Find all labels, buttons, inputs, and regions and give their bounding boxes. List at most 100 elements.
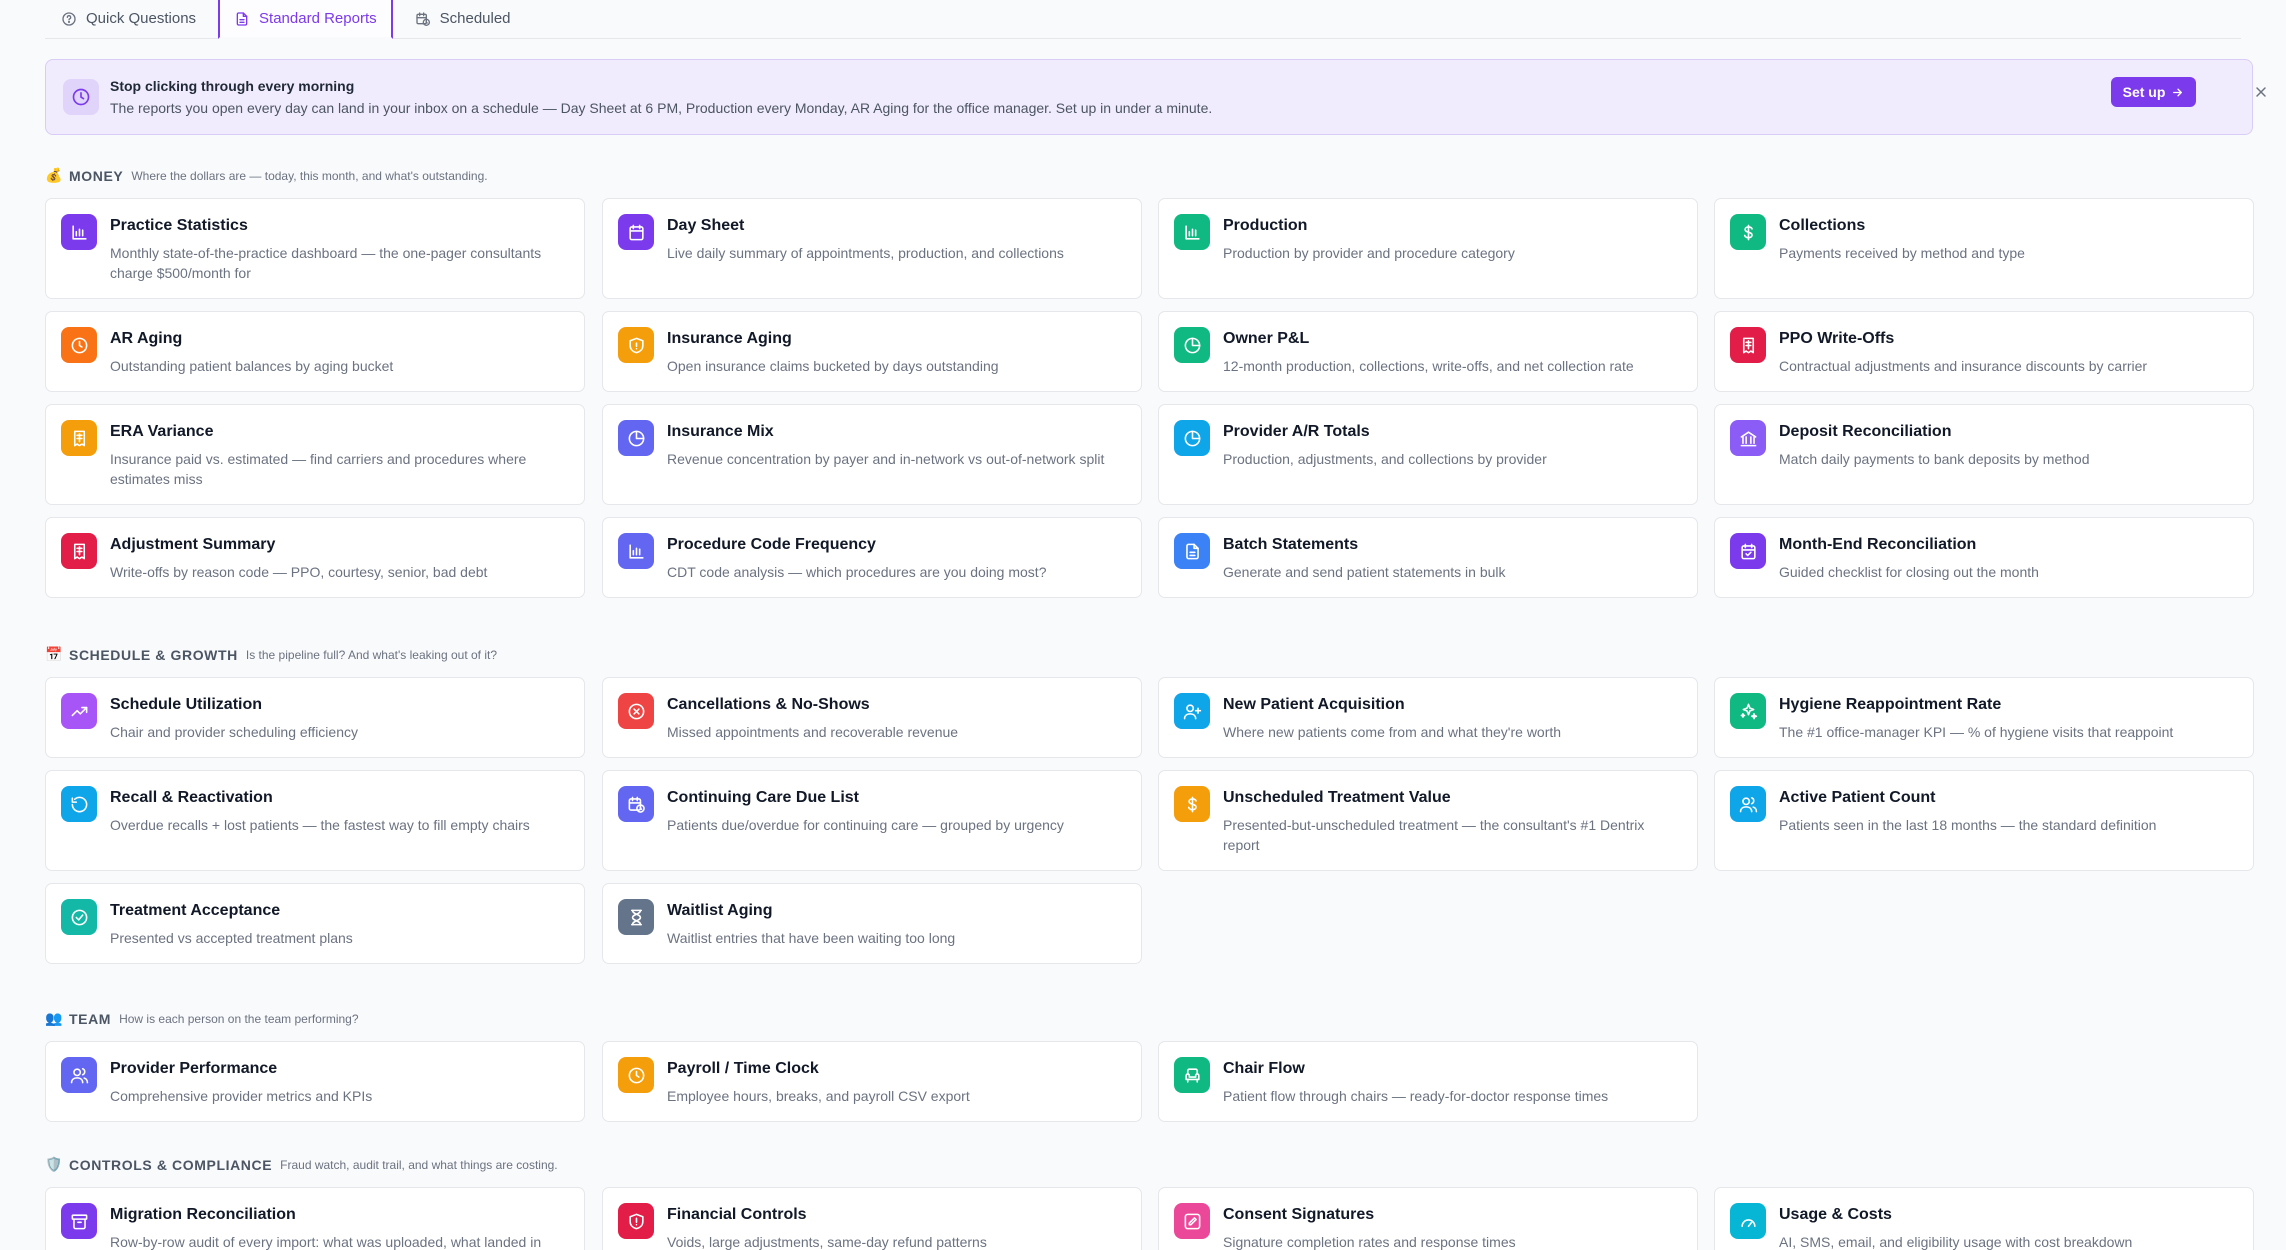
bar-chart-icon <box>618 533 654 569</box>
tab-quick-questions[interactable]: Quick Questions <box>45 0 212 39</box>
report-description: The #1 office-manager KPI — % of hygiene… <box>1779 724 2174 740</box>
report-card-insurance-aging[interactable]: Insurance Aging Open insurance claims buc… <box>602 311 1142 392</box>
report-card-consent-signatures[interactable]: Consent Signatures Signature completion r… <box>1158 1187 1698 1250</box>
report-description: Comprehensive provider metrics and KPIs <box>110 1088 373 1104</box>
report-card-deposit-reconciliation[interactable]: Deposit Reconciliation Match daily paymen… <box>1714 404 2254 505</box>
report-title: Procedure Code Frequency <box>667 536 876 553</box>
section-emoji: 📅 <box>45 646 63 662</box>
report-card-provider-a-r-totals[interactable]: Provider A/R Totals Production, adjustmen… <box>1158 404 1698 505</box>
report-card-collections[interactable]: Collections Payments received by method a… <box>1714 198 2254 299</box>
report-description: Production by provider and procedure cat… <box>1223 245 1515 261</box>
report-card-unscheduled-treatment-value[interactable]: Unscheduled Treatment Value Presented-but… <box>1158 770 1698 871</box>
report-description: Presented vs accepted treatment plans <box>110 930 353 946</box>
report-title: Financial Controls <box>667 1206 807 1223</box>
shield-icon <box>618 327 654 363</box>
report-card-ppo-write-offs[interactable]: PPO Write-Offs Contractual adjustments an… <box>1714 311 2254 392</box>
check-circle-icon <box>61 899 97 935</box>
report-title: ERA Variance <box>110 423 214 440</box>
section-emoji: 🛡️ <box>45 1156 63 1172</box>
section-description: Is the pipeline full? And what's leaking… <box>245 647 497 662</box>
report-description: Production, adjustments, and collections… <box>1223 451 1547 467</box>
report-card-chair-flow[interactable]: Chair Flow Patient flow through chairs — … <box>1158 1041 1698 1122</box>
hourglass-icon <box>618 899 654 935</box>
report-title: Schedule Utilization <box>110 696 263 713</box>
report-title: Collections <box>1779 217 1866 234</box>
report-title: New Patient Acquisition <box>1223 696 1405 713</box>
report-card-schedule-utilization[interactable]: Schedule Utilization Chair and provider s… <box>45 677 585 758</box>
pie-chart-icon <box>1174 420 1210 456</box>
close-icon[interactable] <box>2253 84 2269 100</box>
report-description: Row-by-row audit of every import: what w… <box>110 1234 542 1250</box>
report-card-migration-reconciliation[interactable]: Migration Reconciliation Row-by-row audit… <box>45 1187 585 1250</box>
report-card-usage-costs[interactable]: Usage & Costs AI, SMS, email, and eligibi… <box>1714 1187 2254 1250</box>
calendar-icon <box>618 214 654 250</box>
report-card-insurance-mix[interactable]: Insurance Mix Revenue concentration by pa… <box>602 404 1142 505</box>
section-title: Money <box>69 167 124 184</box>
report-description: Monthly state-of-the-practice dashboard … <box>110 245 542 281</box>
shield-alert-icon <box>618 1203 654 1239</box>
bar-chart-icon <box>1174 214 1210 250</box>
report-title: Production <box>1223 217 1308 234</box>
section-title: Schedule & Growth <box>69 646 238 663</box>
chair-icon <box>1174 1057 1210 1093</box>
tab-standard-reports[interactable]: Standard Reports <box>218 0 393 39</box>
report-title: Month-End Reconciliation <box>1779 536 1977 553</box>
report-card-waitlist-aging[interactable]: Waitlist Aging Waitlist entries that have… <box>602 883 1142 964</box>
document-icon <box>1174 533 1210 569</box>
report-card-day-sheet[interactable]: Day Sheet Live daily summary of appointme… <box>602 198 1142 299</box>
report-title: Practice Statistics <box>110 217 248 234</box>
report-card-recall-reactivation[interactable]: Recall & Reactivation Overdue recalls + l… <box>45 770 585 871</box>
report-title: Unscheduled Treatment Value <box>1223 789 1451 806</box>
report-card-month-end-reconciliation[interactable]: Month-End Reconciliation Guided checklist… <box>1714 517 2254 598</box>
gauge-icon <box>1730 1203 1766 1239</box>
chat-bubble-icon <box>61 11 77 27</box>
calendar-check-icon <box>1730 533 1766 569</box>
users-icon <box>61 1057 97 1093</box>
report-card-owner-p-l[interactable]: Owner P&L 12-month production, collection… <box>1158 311 1698 392</box>
set-up-button[interactable]: Set up <box>2111 77 2196 107</box>
report-card-era-variance[interactable]: ERA Variance Insurance paid vs. estimated… <box>45 404 585 505</box>
report-card-payroll-time-clock[interactable]: Payroll / Time Clock Employee hours, brea… <box>602 1041 1142 1122</box>
pie-chart-icon <box>1174 327 1210 363</box>
report-card-provider-performance[interactable]: Provider Performance Comprehensive provid… <box>45 1041 585 1122</box>
report-card-adjustment-summary[interactable]: Adjustment Summary Write-offs by reason c… <box>45 517 585 598</box>
report-description: Live daily summary of appointments, prod… <box>667 245 1064 261</box>
section-header-money: 💰 Money Where the dollars are — today, thi… <box>45 167 487 184</box>
report-title: Continuing Care Due List <box>667 789 859 806</box>
report-card-practice-statistics[interactable]: Practice Statistics Monthly state-of-the-… <box>45 198 585 299</box>
schedule-promo-banner: Stop clicking through every morning The … <box>45 59 2266 135</box>
report-title: Cancellations & No-Shows <box>667 696 870 713</box>
report-card-continuing-care-due-list[interactable]: Continuing Care Due List Patients due/ove… <box>602 770 1142 871</box>
report-card-active-patient-count[interactable]: Active Patient Count Patients seen in the… <box>1714 770 2254 871</box>
section-title: Team <box>69 1010 112 1027</box>
report-card-new-patient-acquisition[interactable]: New Patient Acquisition Where new patient… <box>1158 677 1698 758</box>
report-card-ar-aging[interactable]: AR Aging Outstanding patient balances by … <box>45 311 585 392</box>
bank-icon <box>1730 420 1766 456</box>
report-tabs: Quick Questions Standard Reports Scheduled <box>45 0 2241 39</box>
report-card-financial-controls[interactable]: Financial Controls Voids, large adjustmen… <box>602 1187 1142 1250</box>
tab-label: Standard Reports <box>259 10 377 27</box>
document-icon <box>234 11 250 27</box>
report-title: Adjustment Summary <box>110 536 276 553</box>
section-header-controls-compliance: 🛡️ Controls & Compliance Fraud watch, audi… <box>45 1156 557 1173</box>
report-card-hygiene-reappointment-rate[interactable]: Hygiene Reappointment Rate The #1 office-… <box>1714 677 2254 758</box>
section-description: How is each person on the team performin… <box>119 1011 359 1026</box>
report-card-batch-statements[interactable]: Batch Statements Generate and send patien… <box>1158 517 1698 598</box>
report-title: Day Sheet <box>667 217 745 234</box>
report-description: Patient flow through chairs — ready-for-… <box>1223 1088 1609 1104</box>
report-card-procedure-code-frequency[interactable]: Procedure Code Frequency CDT code analysi… <box>602 517 1142 598</box>
report-description: Overdue recalls + lost patients — the fa… <box>110 817 530 833</box>
report-card-treatment-acceptance[interactable]: Treatment Acceptance Presented vs accepte… <box>45 883 585 964</box>
clock-icon <box>61 327 97 363</box>
report-card-production[interactable]: Production Production by provider and pro… <box>1158 198 1698 299</box>
report-title: AR Aging <box>110 330 183 347</box>
tab-scheduled[interactable]: Scheduled <box>399 0 527 39</box>
report-card-cancellations-no-shows[interactable]: Cancellations & No-Shows Missed appointme… <box>602 677 1142 758</box>
report-description: Chair and provider scheduling efficiency <box>110 724 358 740</box>
calendar-clock-icon <box>618 786 654 822</box>
report-description: Guided checklist for closing out the mon… <box>1779 564 2039 580</box>
report-title: Owner P&L <box>1223 330 1310 347</box>
bar-chart-icon <box>61 214 97 250</box>
report-description: Payments received by method and type <box>1779 245 2025 261</box>
report-description: Patients seen in the last 18 months — th… <box>1779 817 2157 833</box>
